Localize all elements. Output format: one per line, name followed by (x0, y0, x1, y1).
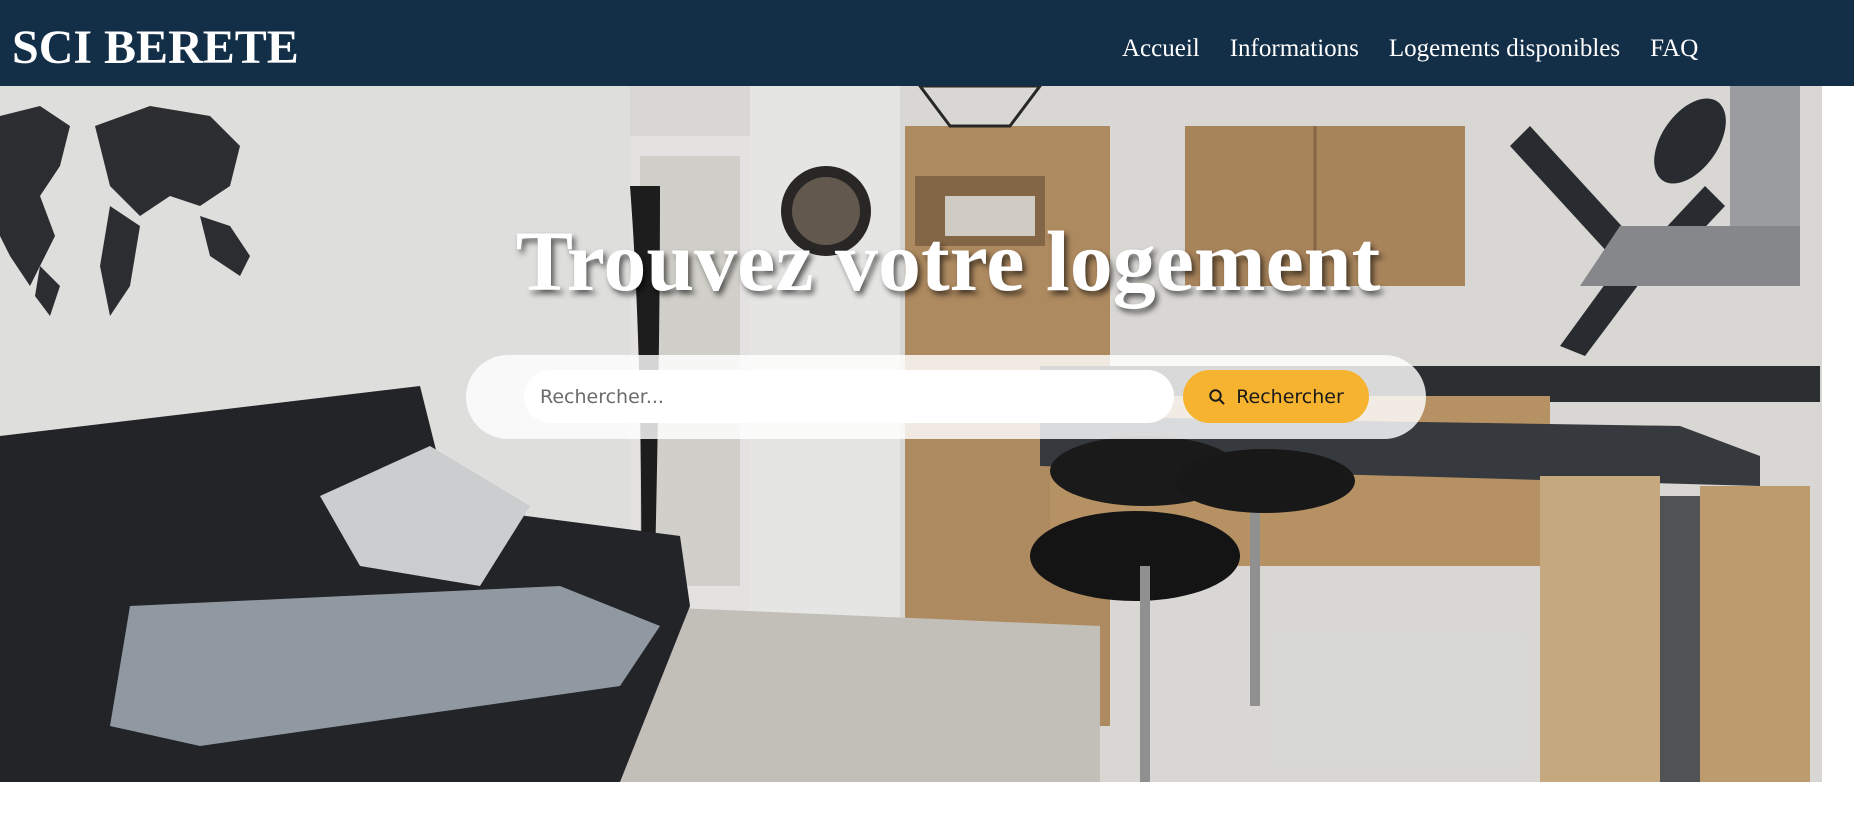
site-header: SCI BERETE Accueil Informations Logement… (0, 0, 1854, 86)
search-input[interactable] (524, 370, 1174, 423)
main-nav: Accueil Informations Logements disponibl… (1122, 36, 1698, 61)
search-button-label: Rechercher (1236, 385, 1344, 408)
hero-title: Trouvez votre logement (515, 213, 1381, 309)
nav-faq[interactable]: FAQ (1650, 36, 1698, 61)
nav-informations[interactable]: Informations (1230, 36, 1359, 61)
brand-logo-text[interactable]: SCI BERETE (12, 24, 299, 72)
search-button[interactable]: Rechercher (1183, 370, 1369, 423)
search-icon (1209, 388, 1225, 404)
hero-section: Trouvez votre logement Rechercher (0, 86, 1822, 782)
nav-logements-disponibles[interactable]: Logements disponibles (1389, 36, 1620, 61)
page-gutter-bottom (0, 782, 1854, 823)
page-gutter-right (1822, 86, 1854, 782)
search-bar: Rechercher (466, 355, 1426, 439)
nav-accueil[interactable]: Accueil (1122, 36, 1200, 61)
